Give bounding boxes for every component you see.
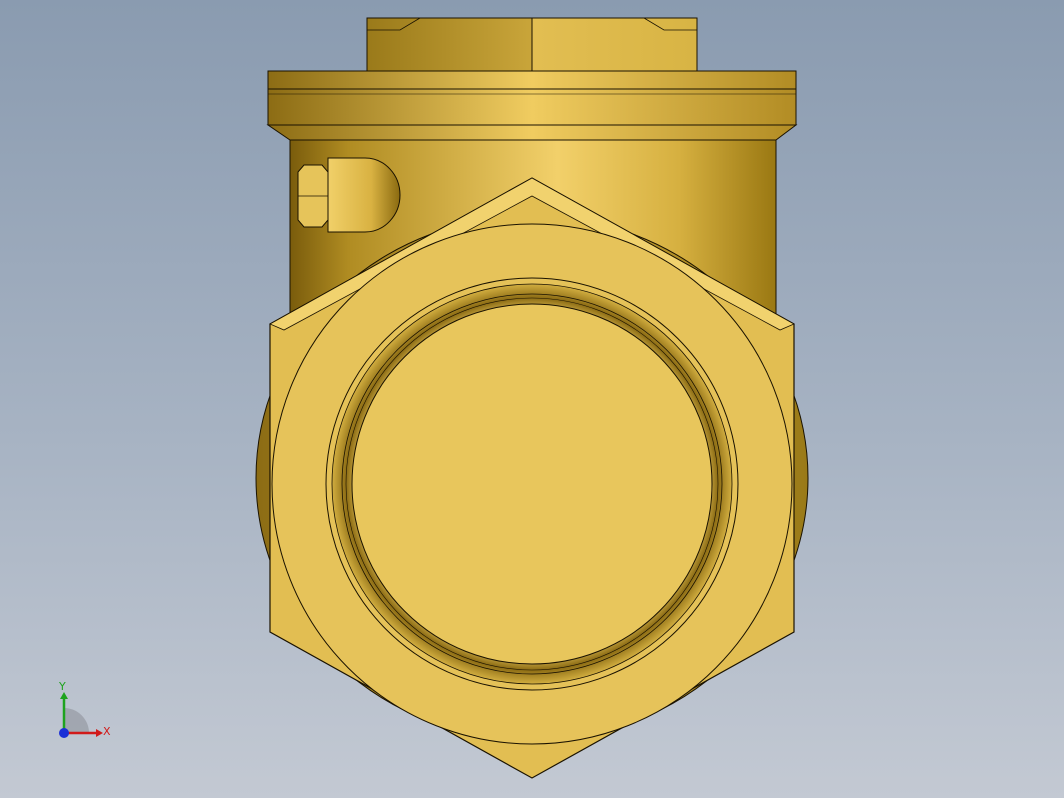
x-axis-label: X xyxy=(103,725,111,738)
z-axis-icon xyxy=(59,728,69,738)
model-viewport[interactable]: X Y xyxy=(0,0,1064,798)
triad-arc xyxy=(64,708,89,733)
y-axis-label: Y xyxy=(58,680,66,693)
top-hex-nut[interactable] xyxy=(366,17,698,73)
threaded-port[interactable] xyxy=(325,277,739,691)
coordinate-triad: X Y xyxy=(58,680,111,738)
hinge-pin[interactable] xyxy=(297,157,401,233)
bonnet-flange[interactable] xyxy=(266,70,798,141)
